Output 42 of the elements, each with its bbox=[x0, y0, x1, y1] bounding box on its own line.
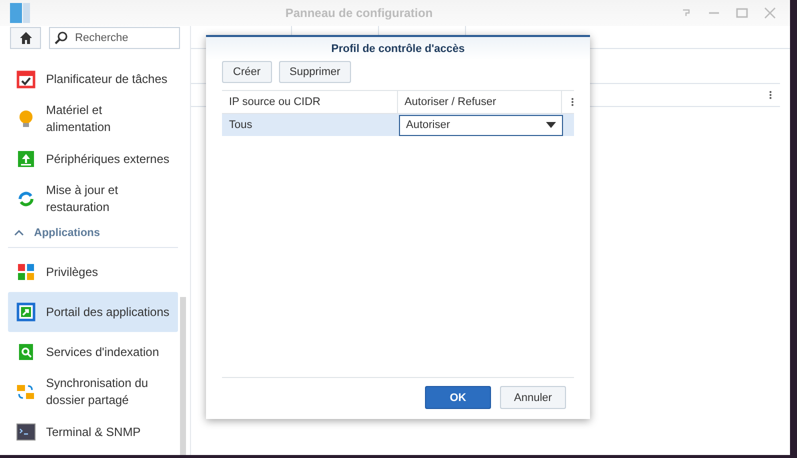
table-cell-text: Tous bbox=[228, 118, 254, 133]
sidebar-item[interactable]: Terminal & SNMP bbox=[8, 412, 178, 452]
grid-icon bbox=[16, 262, 36, 282]
dialog-title: Profil de contrôle d'accès bbox=[206, 37, 590, 60]
maximize-icon[interactable] bbox=[736, 7, 748, 19]
search-document-icon bbox=[16, 342, 36, 362]
table-row[interactable]: Tous Autoriser bbox=[222, 114, 574, 136]
sidebar-item[interactable]: Planificateur de tâches bbox=[8, 59, 178, 99]
ok-button[interactable]: OK bbox=[425, 386, 491, 409]
toolbar-button[interactable]: Créer bbox=[222, 61, 272, 83]
sidebar-item[interactable]: Matériel et alimentation bbox=[8, 99, 178, 139]
search-box[interactable]: Recherche bbox=[49, 27, 180, 49]
sidebar-item[interactable]: Synchronisation du dossier partagé bbox=[8, 372, 178, 412]
upload-icon bbox=[16, 149, 36, 169]
sidebar-item[interactable]: Services d'indexation bbox=[8, 332, 178, 372]
search-icon bbox=[54, 31, 68, 45]
cancel-button[interactable]: Annuler bbox=[500, 386, 566, 409]
scrollbar[interactable] bbox=[180, 297, 186, 455]
collapse-icon[interactable] bbox=[14, 230, 24, 236]
column-header[interactable]: Autoriser / Refuser bbox=[397, 91, 562, 113]
sidebar-item[interactable]: Portail des applications bbox=[8, 292, 178, 332]
window-title: Panneau de configuration bbox=[284, 6, 434, 20]
dropdown[interactable]: Autoriser bbox=[399, 114, 563, 136]
sidebar-item[interactable]: Mise à jour et restauration bbox=[8, 179, 178, 219]
sidebar-item[interactable]: Privilèges bbox=[8, 252, 178, 292]
home-icon bbox=[18, 31, 33, 45]
arrow-window-icon bbox=[16, 302, 36, 322]
home-button[interactable] bbox=[10, 27, 42, 49]
caret-icon bbox=[546, 122, 556, 128]
folder-sync-icon bbox=[16, 382, 36, 402]
section-header: Applications bbox=[34, 227, 100, 239]
close-icon[interactable] bbox=[764, 7, 776, 19]
column-header[interactable]: IP source ou CIDR bbox=[222, 96, 398, 108]
calendar-icon bbox=[16, 69, 36, 89]
terminal-icon bbox=[16, 422, 36, 442]
more-icon[interactable] bbox=[769, 90, 772, 100]
app-icon bbox=[10, 3, 30, 23]
help-icon[interactable] bbox=[680, 7, 692, 19]
more-icon[interactable] bbox=[571, 97, 574, 107]
toolbar-button[interactable]: Supprimer bbox=[278, 61, 352, 83]
sidebar-item[interactable]: Périphériques externes bbox=[8, 139, 178, 179]
refresh-icon bbox=[16, 189, 36, 209]
